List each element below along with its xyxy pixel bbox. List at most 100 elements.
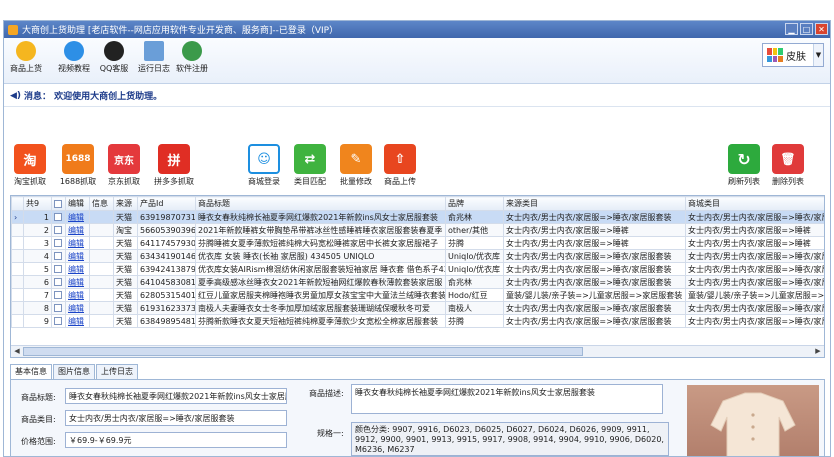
row-indicator[interactable]: ›: [11, 210, 24, 224]
edit-link[interactable]: 编辑: [65, 236, 90, 250]
mall-login-button[interactable]: ☺ 商城登录: [242, 144, 286, 187]
checkbox-icon[interactable]: [54, 252, 62, 260]
brand-cell: other/其他: [445, 223, 504, 237]
row-checkbox[interactable]: [51, 210, 66, 224]
checkbox-icon[interactable]: [54, 291, 62, 299]
toolbar-video-tutorial[interactable]: 视频教程: [54, 41, 94, 74]
toolbar-software-register[interactable]: 软件注册: [172, 41, 212, 74]
table-row[interactable]: 4 编辑 天猫 634341901464 优衣库 女装 睡衣(长袖 家居服) 43450…: [11, 249, 824, 263]
checkbox-icon[interactable]: [54, 226, 62, 234]
brand-header: 品牌: [445, 196, 504, 211]
edit-link[interactable]: 编辑: [65, 275, 90, 289]
title-header: 商品标题: [195, 196, 446, 211]
delete-list-button[interactable]: 🗑 删除列表: [766, 144, 810, 187]
toolbar-qq-support[interactable]: QQ客服: [94, 41, 134, 74]
row-checkbox[interactable]: [51, 262, 66, 276]
info-cell: [89, 210, 114, 224]
edit-link[interactable]: 编辑: [65, 249, 90, 263]
action-label: 删除列表: [772, 177, 804, 186]
tab-basic-info[interactable]: 基本信息: [10, 364, 52, 379]
edit-link[interactable]: 编辑: [65, 223, 90, 237]
row-indicator[interactable]: [11, 275, 24, 289]
skin-label: 皮肤: [786, 51, 806, 63]
table-row[interactable]: 7 编辑 天猫 628053154016 红豆儿童家居服夹棉睡袍睡衣男童加厚女孩宝宝中大…: [11, 288, 824, 302]
row-indicator[interactable]: [11, 223, 24, 237]
row-indicator[interactable]: [11, 288, 24, 302]
row-indicator[interactable]: [11, 249, 24, 263]
edit-link[interactable]: 编辑: [65, 262, 90, 276]
checkbox-icon[interactable]: [54, 265, 62, 273]
batch-edit-button[interactable]: ✎ 批量修改: [334, 144, 378, 187]
product-image: [687, 385, 819, 456]
tab-upload-log[interactable]: 上传日志: [96, 364, 138, 379]
row-checkbox[interactable]: [51, 236, 66, 250]
maximize-button[interactable]: □: [800, 23, 813, 35]
row-indicator[interactable]: [11, 236, 24, 250]
row-checkbox[interactable]: [51, 249, 66, 263]
table-row[interactable]: 9 编辑 天猫 638498954816 芬腾新款睡衣女夏天短袖短裤纯棉夏季薄款少女宽松…: [11, 314, 824, 328]
brand-cell: Uniqlo/优衣库: [445, 262, 504, 276]
source-cell: 天猫: [113, 236, 138, 250]
tab-image-info[interactable]: 图片信息: [53, 364, 95, 379]
category-match-button[interactable]: ⇄ 类目匹配: [288, 144, 332, 187]
checkbox-icon[interactable]: [54, 317, 62, 325]
info-cell: [89, 236, 114, 250]
alibaba1688-fetch-button[interactable]: 1688 1688抓取: [56, 144, 100, 187]
message-bar: ◀) 消息： 欢迎使用大商创上货助理。: [4, 85, 830, 107]
info-cell: [89, 262, 114, 276]
goods-upload-button[interactable]: ⇧ 商品上传: [378, 144, 422, 187]
jd-fetch-button[interactable]: 京东 京东抓取: [102, 144, 146, 187]
row-checkbox[interactable]: [51, 275, 66, 289]
chevron-down-icon[interactable]: ▼: [813, 44, 823, 66]
row-indicator[interactable]: [11, 262, 24, 276]
checkbox-icon[interactable]: [54, 239, 62, 247]
desc-field[interactable]: 睡衣女春秋纯棉长袖夏季网红爆款2021年新款ins风女士家居服套装: [351, 384, 663, 414]
title-field[interactable]: 睡衣女春秋纯棉长袖夏季网红爆款2021年新款ins风女士家居服套: [65, 388, 287, 404]
table-row[interactable]: 3 编辑 天猫 641174579307 芬腾睡裤女夏季薄款短裤纯棉大码宽松睡裤家居中长…: [11, 236, 824, 250]
row-checkbox[interactable]: [51, 223, 66, 237]
row-indicator[interactable]: [11, 301, 24, 315]
scroll-left-icon[interactable]: ◀: [12, 347, 22, 356]
price-field[interactable]: ￥69.9-￥69.9元: [65, 432, 287, 448]
horizontal-scrollbar[interactable]: ◀ ▶: [11, 345, 824, 357]
info-cell: [89, 288, 114, 302]
edit-link[interactable]: 编辑: [65, 301, 90, 315]
category-field[interactable]: 女士内衣/男士内衣/家居服=>睡衣/家居服套装: [65, 410, 287, 426]
row-indicator[interactable]: [11, 314, 24, 328]
edit-link[interactable]: 编辑: [65, 288, 90, 302]
scroll-thumb[interactable]: [23, 347, 583, 356]
table-row[interactable]: 6 编辑 天猫 641045830811 夏季高级感冰丝睡衣女2021年新款短袖网红爆款…: [11, 275, 824, 289]
close-button[interactable]: ✕: [815, 23, 828, 35]
edit-link[interactable]: 编辑: [65, 314, 90, 328]
price-label: 价格范围:: [21, 437, 56, 446]
refresh-list-button[interactable]: ↻ 刷新列表: [722, 144, 766, 187]
row-checkbox[interactable]: [51, 288, 66, 302]
toolbar-label: 运行日志: [138, 64, 170, 73]
brand-cell: 南极人: [445, 301, 504, 315]
toolbar-run-log[interactable]: 运行日志: [134, 41, 174, 74]
minimize-button[interactable]: ▁: [785, 23, 798, 35]
row-checkbox[interactable]: [51, 301, 66, 315]
select-all-checkbox[interactable]: [51, 196, 66, 211]
table-row[interactable]: › 1 编辑 天猫 639198707319 睡衣女春秋纯棉长袖夏季网红爆款2021年新款…: [11, 210, 824, 224]
checkbox-icon[interactable]: [54, 213, 62, 221]
toolbar-goods-upload[interactable]: 商品上货: [6, 41, 46, 74]
pinduoduo-fetch-button[interactable]: 拼 拼多多抓取: [152, 144, 196, 187]
checkbox-icon[interactable]: [54, 278, 62, 286]
title-cell: 睡衣女春秋纯棉长袖夏季网红爆款2021年新款ins风女士家居服套装: [195, 210, 446, 224]
refresh-icon: ↻: [728, 144, 760, 174]
table-row[interactable]: 5 编辑 天猫 639424138791 优衣库女装AIRism棉混纺休闲家居服套装短袖…: [11, 262, 824, 276]
checkbox-icon[interactable]: [54, 304, 62, 312]
row-checkbox[interactable]: [51, 314, 66, 328]
product-id-cell: 619316233739: [137, 301, 196, 315]
skin-selector[interactable]: 皮肤 ▼: [762, 43, 824, 67]
source-header: 来源: [113, 196, 138, 211]
table-row[interactable]: 8 编辑 天猫 619316233739 南极人夫妻睡衣女士冬季加厚加绒家居服套装珊瑚绒…: [11, 301, 824, 315]
table-row[interactable]: 2 编辑 淘宝 566053903967 2021年新款睡裤女带胸垫吊带裤冰丝性感睡裤睡…: [11, 223, 824, 237]
info-header: 信息: [89, 196, 114, 211]
row-number: 4: [23, 249, 52, 263]
taobao-fetch-button[interactable]: 淘 淘宝抓取: [8, 144, 52, 187]
scroll-right-icon[interactable]: ▶: [813, 347, 823, 356]
edit-link[interactable]: 编辑: [65, 210, 90, 224]
spec1-field[interactable]: 颜色分类: 9907, 9916, D6023, D6025, D6027, D…: [351, 422, 669, 456]
